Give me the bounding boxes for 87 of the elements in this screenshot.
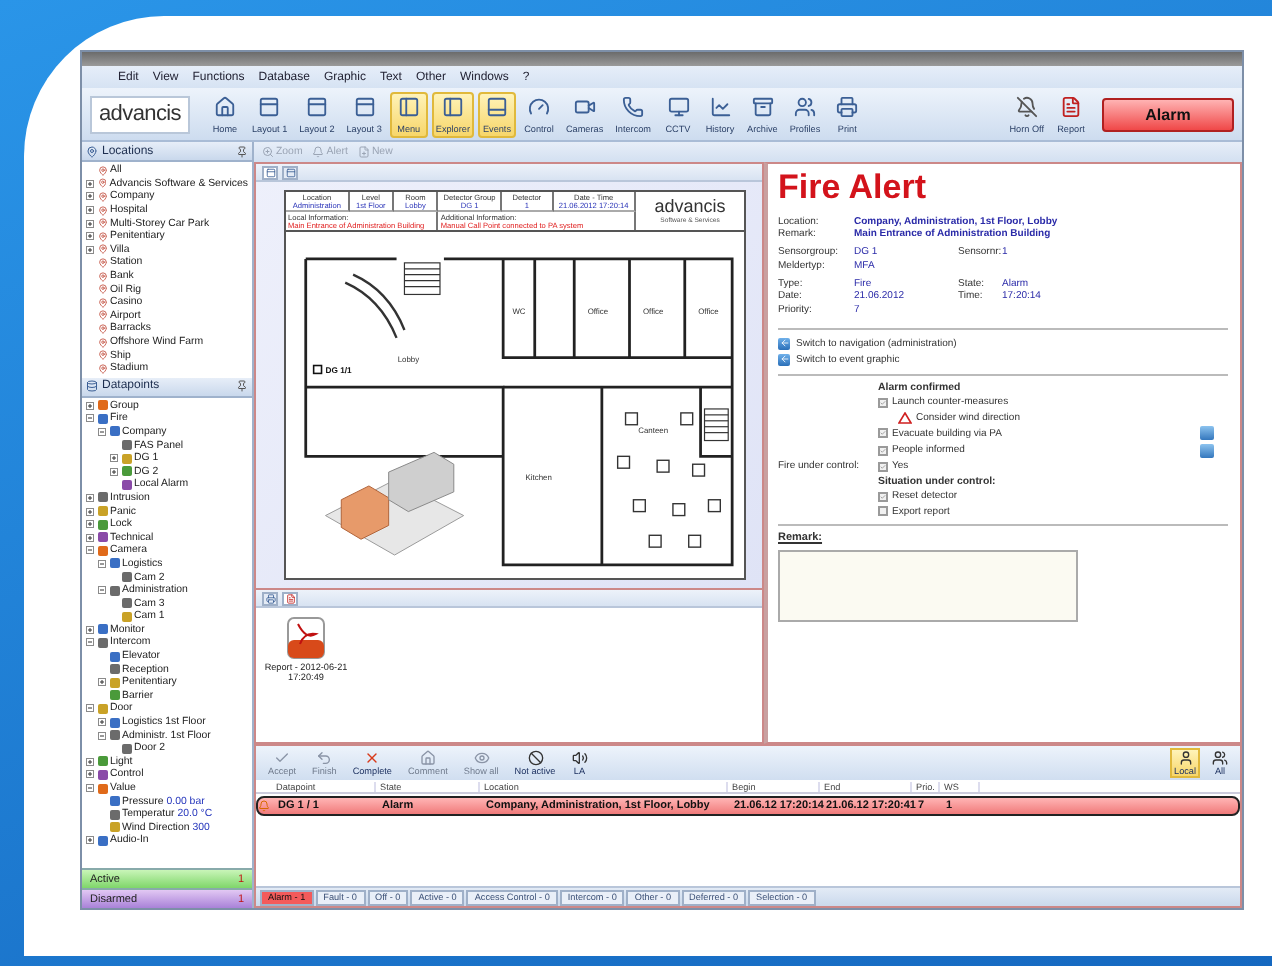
eye-icon — [473, 750, 490, 766]
pin-icon[interactable] — [236, 145, 248, 157]
detector-icon[interactable] — [312, 364, 323, 375]
pane-tab[interactable] — [282, 591, 298, 605]
checkbox[interactable] — [878, 461, 888, 472]
expander-icon[interactable] — [86, 784, 94, 793]
layout-icon — [397, 95, 420, 117]
checkbox[interactable] — [878, 506, 888, 517]
action-icon[interactable] — [1200, 443, 1214, 458]
zoom-icon — [262, 146, 274, 158]
pdf-document-icon[interactable] — [286, 616, 326, 660]
expander-icon[interactable] — [86, 770, 94, 779]
home-icon — [214, 95, 236, 117]
monitor-icon — [667, 95, 689, 117]
printer-icon — [836, 95, 859, 117]
checkbox[interactable] — [878, 397, 888, 408]
layout-icon — [353, 95, 376, 117]
check-icon — [274, 750, 291, 766]
users-icon — [1212, 750, 1228, 766]
expander-icon[interactable] — [86, 219, 94, 228]
expander-icon[interactable] — [98, 718, 106, 727]
expander-icon[interactable] — [98, 731, 106, 740]
alarm-button[interactable]: Alarm — [1102, 97, 1234, 131]
building-drawing — [325, 451, 465, 556]
checkbox[interactable] — [878, 445, 888, 456]
expander-icon[interactable] — [86, 206, 94, 215]
home-icon — [419, 750, 436, 766]
database-icon — [86, 380, 98, 392]
layout-icon — [258, 95, 281, 117]
logo: advancis — [654, 198, 726, 216]
warning-icon — [898, 411, 912, 424]
bell-icon — [312, 146, 325, 158]
checkbox[interactable] — [878, 491, 888, 502]
expander-icon[interactable] — [98, 427, 106, 436]
arrow-icon — [778, 353, 790, 366]
users-icon — [793, 95, 816, 117]
line-chart-icon — [709, 95, 731, 117]
expander-icon[interactable] — [86, 192, 94, 201]
logo: advancis — [90, 95, 190, 133]
canteen-tables-drawing — [616, 412, 721, 548]
action-icon[interactable] — [1200, 426, 1214, 441]
layout-icon — [485, 95, 508, 117]
checkbox[interactable] — [878, 428, 888, 439]
close-icon — [364, 750, 381, 766]
arrow-icon — [778, 337, 790, 350]
gauge-icon — [527, 95, 550, 117]
bell-icon — [258, 800, 270, 812]
expander-icon[interactable] — [98, 559, 106, 568]
alert-title: Fire Alert — [778, 170, 929, 208]
speaker-icon — [571, 750, 588, 766]
expander-icon[interactable] — [110, 454, 118, 463]
expander-icon[interactable] — [86, 533, 94, 542]
archive-icon — [751, 95, 774, 117]
location-pin-icon — [86, 145, 98, 157]
new-file-icon — [357, 146, 370, 158]
expander-icon[interactable] — [86, 232, 94, 241]
remark-field[interactable] — [778, 549, 1078, 622]
expander-icon[interactable] — [86, 493, 94, 502]
expander-icon[interactable] — [86, 401, 94, 410]
ban-icon — [527, 750, 543, 766]
layout-icon — [305, 95, 328, 117]
video-camera-icon — [573, 95, 596, 117]
expander-icon[interactable] — [98, 586, 106, 595]
layout-icon — [441, 95, 464, 117]
pane-tab[interactable] — [282, 165, 298, 179]
bell-off-icon — [1015, 95, 1038, 117]
pin-icon[interactable] — [236, 380, 248, 392]
expander-icon[interactable] — [86, 179, 94, 188]
expander-icon[interactable] — [86, 625, 94, 634]
expander-icon[interactable] — [86, 546, 94, 555]
expander-icon[interactable] — [86, 414, 94, 423]
user-icon — [1177, 750, 1193, 766]
expander-icon[interactable] — [110, 467, 118, 476]
expander-icon[interactable] — [86, 245, 94, 254]
seating-drawing — [344, 273, 406, 340]
pane-tab[interactable] — [262, 165, 278, 179]
document-icon — [1060, 95, 1082, 117]
expander-icon[interactable] — [86, 704, 94, 713]
expander-icon[interactable] — [86, 757, 94, 766]
phone-icon — [622, 95, 645, 117]
pane-tab[interactable] — [262, 591, 278, 605]
expander-icon[interactable] — [86, 507, 94, 516]
undo-icon — [316, 750, 333, 766]
expander-icon[interactable] — [98, 678, 106, 687]
expander-icon[interactable] — [86, 520, 94, 529]
expander-icon[interactable] — [86, 836, 94, 845]
expander-icon[interactable] — [86, 638, 94, 647]
